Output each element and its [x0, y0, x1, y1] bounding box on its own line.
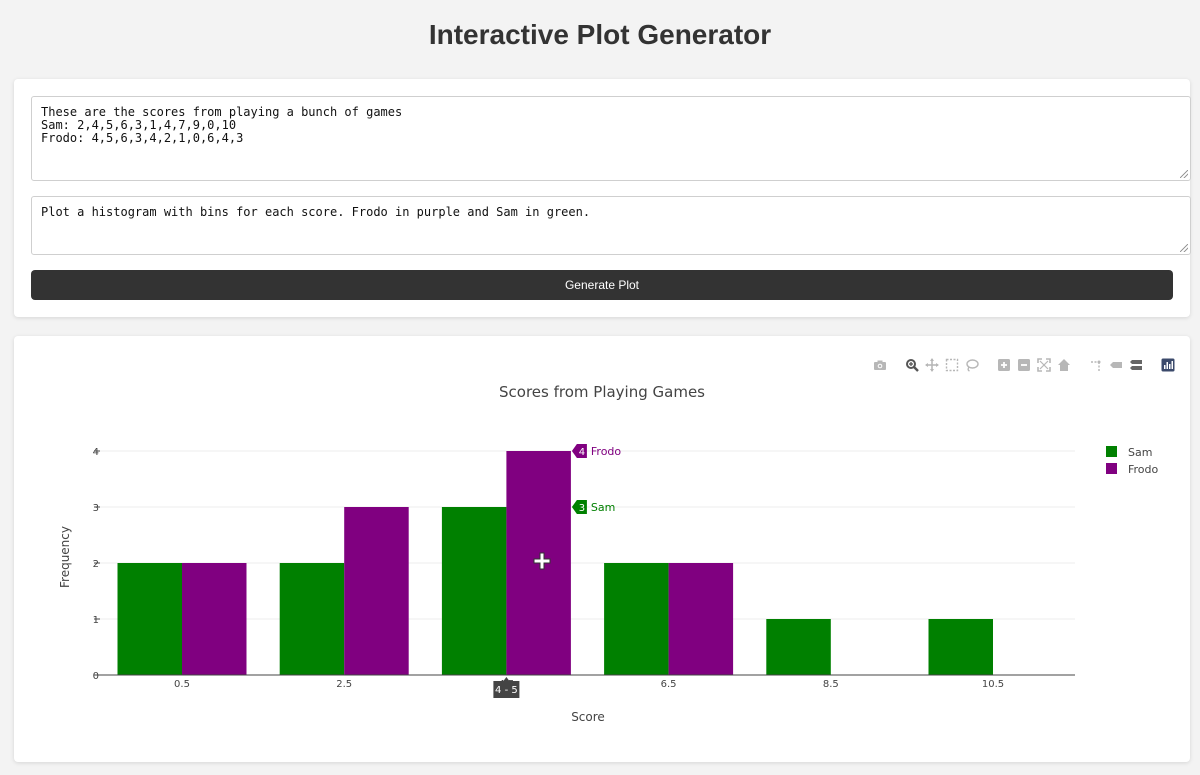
legend-label-sam[interactable]: Sam: [1128, 446, 1152, 459]
bar-sam[interactable]: [604, 563, 669, 675]
x-tick-label: 10.5: [982, 679, 1004, 690]
legend-swatch-frodo[interactable]: [1106, 463, 1117, 474]
chart-title: Scores from Playing Games: [499, 383, 705, 401]
x-hover-label: 4 - 5: [495, 685, 518, 696]
generate-plot-button[interactable]: Generate Plot: [31, 270, 1173, 300]
prompt-resize-grip[interactable]: [1180, 244, 1188, 252]
y-tick-labels: 0 1 2 3 4: [93, 447, 100, 682]
bar-frodo[interactable]: [344, 507, 409, 675]
x-tick-label: 6.5: [661, 679, 677, 690]
x-tick-labels: 0.52.54.56.58.510.5: [174, 679, 1004, 690]
y-tick-label: 1: [93, 615, 99, 626]
legend[interactable]: Sam Frodo: [1106, 446, 1159, 476]
x-tick-label: 0.5: [174, 679, 190, 690]
histogram-chart[interactable]: Scores from Playing Games 01234 0.52.54.…: [14, 336, 1190, 762]
legend-label-frodo[interactable]: Frodo: [1128, 463, 1159, 476]
bar-frodo[interactable]: [668, 563, 734, 675]
input-panel: These are the scores from playing a bunc…: [14, 79, 1191, 317]
bar-sam[interactable]: [441, 507, 507, 675]
y-axis-title: Frequency: [58, 526, 72, 588]
hover-label-value: 3: [579, 503, 585, 514]
bar-sam[interactable]: [928, 619, 994, 675]
x-axis-title: Score: [571, 710, 605, 724]
legend-swatch-sam[interactable]: [1106, 446, 1117, 457]
bar-frodo[interactable]: [182, 563, 247, 675]
bar-sam[interactable]: [279, 563, 345, 675]
x-tick-label: 2.5: [336, 679, 352, 690]
data-resize-grip[interactable]: [1180, 170, 1188, 178]
page-title: Interactive Plot Generator: [428, 19, 772, 50]
y-tick-label: 2: [93, 559, 99, 570]
y-tick-label: 4: [93, 447, 99, 458]
hover-label-name: Sam: [591, 501, 615, 514]
plot-panel: Scores from Playing Games 01234 0.52.54.…: [14, 336, 1190, 762]
y-tick-label: 3: [93, 503, 99, 514]
hover-label-value: 4: [579, 447, 585, 458]
bar-sam[interactable]: [117, 563, 183, 675]
y-tick-label: 0: [93, 671, 99, 682]
x-tick-label: 8.5: [823, 679, 839, 690]
bar-sam[interactable]: [766, 619, 831, 675]
prompt-textarea[interactable]: Plot a histogram with bins for each scor…: [31, 196, 1191, 255]
data-textarea[interactable]: These are the scores from playing a bunc…: [31, 96, 1191, 181]
hover-label-name: Frodo: [591, 445, 622, 458]
